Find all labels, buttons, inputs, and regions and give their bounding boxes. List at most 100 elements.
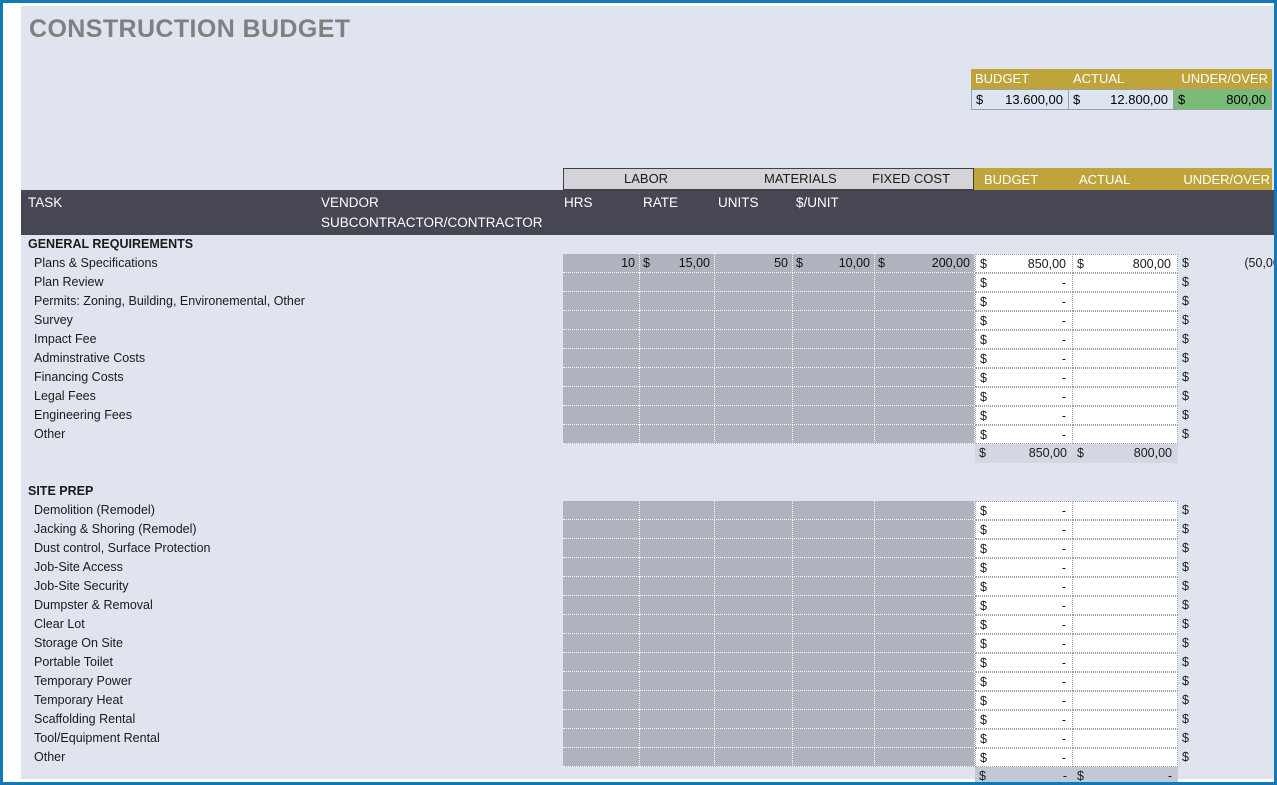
actual-cell[interactable] [1073, 520, 1178, 539]
budget-cell[interactable]: $- [975, 311, 1073, 330]
units-cell[interactable] [715, 520, 793, 539]
under-over-cell[interactable]: $- [1178, 273, 1277, 292]
under-over-cell[interactable]: $- [1178, 577, 1277, 596]
under-over-cell[interactable]: $- [1178, 558, 1277, 577]
hrs-cell[interactable]: 10 [563, 254, 640, 273]
subtotal-budget-cell[interactable]: $850,00 [975, 444, 1073, 463]
fixed-cost-cell[interactable] [875, 653, 975, 672]
units-cell[interactable] [715, 729, 793, 748]
under-over-cell[interactable]: $- [1178, 748, 1277, 767]
units-cell[interactable]: 50 [715, 254, 793, 273]
units-cell[interactable] [715, 292, 793, 311]
summary-under-over-cell[interactable]: $ 800,00 [1174, 89, 1272, 110]
hrs-cell[interactable] [563, 330, 640, 349]
unit-price-cell[interactable] [793, 634, 875, 653]
budget-cell[interactable]: $- [975, 577, 1073, 596]
rate-cell[interactable] [640, 710, 715, 729]
unit-price-cell[interactable] [793, 368, 875, 387]
fixed-cost-cell[interactable] [875, 406, 975, 425]
rate-cell[interactable] [640, 672, 715, 691]
budget-cell[interactable]: $- [975, 368, 1073, 387]
actual-cell[interactable] [1073, 653, 1178, 672]
hrs-cell[interactable] [563, 558, 640, 577]
under-over-cell[interactable]: $- [1178, 634, 1277, 653]
units-cell[interactable] [715, 672, 793, 691]
actual-cell[interactable] [1073, 425, 1178, 444]
actual-cell[interactable] [1073, 615, 1178, 634]
rate-cell[interactable] [640, 653, 715, 672]
rate-cell[interactable] [640, 387, 715, 406]
unit-price-cell[interactable] [793, 349, 875, 368]
budget-cell[interactable]: $850,00 [975, 254, 1073, 273]
fixed-cost-cell[interactable] [875, 615, 975, 634]
rate-cell[interactable]: $15,00 [640, 254, 715, 273]
units-cell[interactable] [715, 558, 793, 577]
summary-actual-cell[interactable]: $ 12.800,00 [1069, 89, 1174, 110]
rate-cell[interactable] [640, 520, 715, 539]
actual-cell[interactable]: $800,00 [1073, 254, 1178, 273]
fixed-cost-cell[interactable] [875, 577, 975, 596]
under-over-cell[interactable]: $(50,00) [1178, 254, 1277, 273]
unit-price-cell[interactable] [793, 311, 875, 330]
budget-cell[interactable]: $- [975, 653, 1073, 672]
budget-cell[interactable]: $- [975, 539, 1073, 558]
fixed-cost-cell[interactable] [875, 368, 975, 387]
rate-cell[interactable] [640, 577, 715, 596]
budget-cell[interactable]: $- [975, 501, 1073, 520]
hrs-cell[interactable] [563, 596, 640, 615]
budget-cell[interactable]: $- [975, 425, 1073, 444]
fixed-cost-cell[interactable]: $200,00 [875, 254, 975, 273]
units-cell[interactable] [715, 691, 793, 710]
under-over-cell[interactable]: $- [1178, 501, 1277, 520]
units-cell[interactable] [715, 368, 793, 387]
units-cell[interactable] [715, 577, 793, 596]
hrs-cell[interactable] [563, 273, 640, 292]
hrs-cell[interactable] [563, 634, 640, 653]
actual-cell[interactable] [1073, 349, 1178, 368]
under-over-cell[interactable]: $- [1178, 672, 1277, 691]
units-cell[interactable] [715, 615, 793, 634]
hrs-cell[interactable] [563, 691, 640, 710]
actual-cell[interactable] [1073, 387, 1178, 406]
budget-cell[interactable]: $- [975, 520, 1073, 539]
actual-cell[interactable] [1073, 539, 1178, 558]
under-over-cell[interactable]: $- [1178, 330, 1277, 349]
unit-price-cell[interactable] [793, 273, 875, 292]
unit-price-cell[interactable] [793, 425, 875, 444]
actual-cell[interactable] [1073, 311, 1178, 330]
fixed-cost-cell[interactable] [875, 330, 975, 349]
unit-price-cell[interactable]: $10,00 [793, 254, 875, 273]
fixed-cost-cell[interactable] [875, 691, 975, 710]
budget-cell[interactable]: $- [975, 596, 1073, 615]
rate-cell[interactable] [640, 368, 715, 387]
under-over-cell[interactable]: $- [1178, 691, 1277, 710]
actual-cell[interactable] [1073, 558, 1178, 577]
subtotal-actual-cell[interactable]: $800,00 [1073, 444, 1178, 463]
fixed-cost-cell[interactable] [875, 558, 975, 577]
budget-cell[interactable]: $- [975, 672, 1073, 691]
units-cell[interactable] [715, 501, 793, 520]
rate-cell[interactable] [640, 558, 715, 577]
rate-cell[interactable] [640, 425, 715, 444]
fixed-cost-cell[interactable] [875, 501, 975, 520]
units-cell[interactable] [715, 387, 793, 406]
unit-price-cell[interactable] [793, 710, 875, 729]
budget-cell[interactable]: $- [975, 273, 1073, 292]
actual-cell[interactable] [1073, 672, 1178, 691]
hrs-cell[interactable] [563, 539, 640, 558]
fixed-cost-cell[interactable] [875, 634, 975, 653]
under-over-cell[interactable]: $- [1178, 368, 1277, 387]
summary-budget-cell[interactable]: $ 13.600,00 [971, 89, 1069, 110]
units-cell[interactable] [715, 634, 793, 653]
under-over-cell[interactable]: $- [1178, 349, 1277, 368]
actual-cell[interactable] [1073, 577, 1178, 596]
hrs-cell[interactable] [563, 615, 640, 634]
budget-cell[interactable]: $- [975, 406, 1073, 425]
budget-cell[interactable]: $- [975, 710, 1073, 729]
budget-cell[interactable]: $- [975, 634, 1073, 653]
hrs-cell[interactable] [563, 292, 640, 311]
fixed-cost-cell[interactable] [875, 748, 975, 767]
hrs-cell[interactable] [563, 729, 640, 748]
unit-price-cell[interactable] [793, 539, 875, 558]
hrs-cell[interactable] [563, 311, 640, 330]
